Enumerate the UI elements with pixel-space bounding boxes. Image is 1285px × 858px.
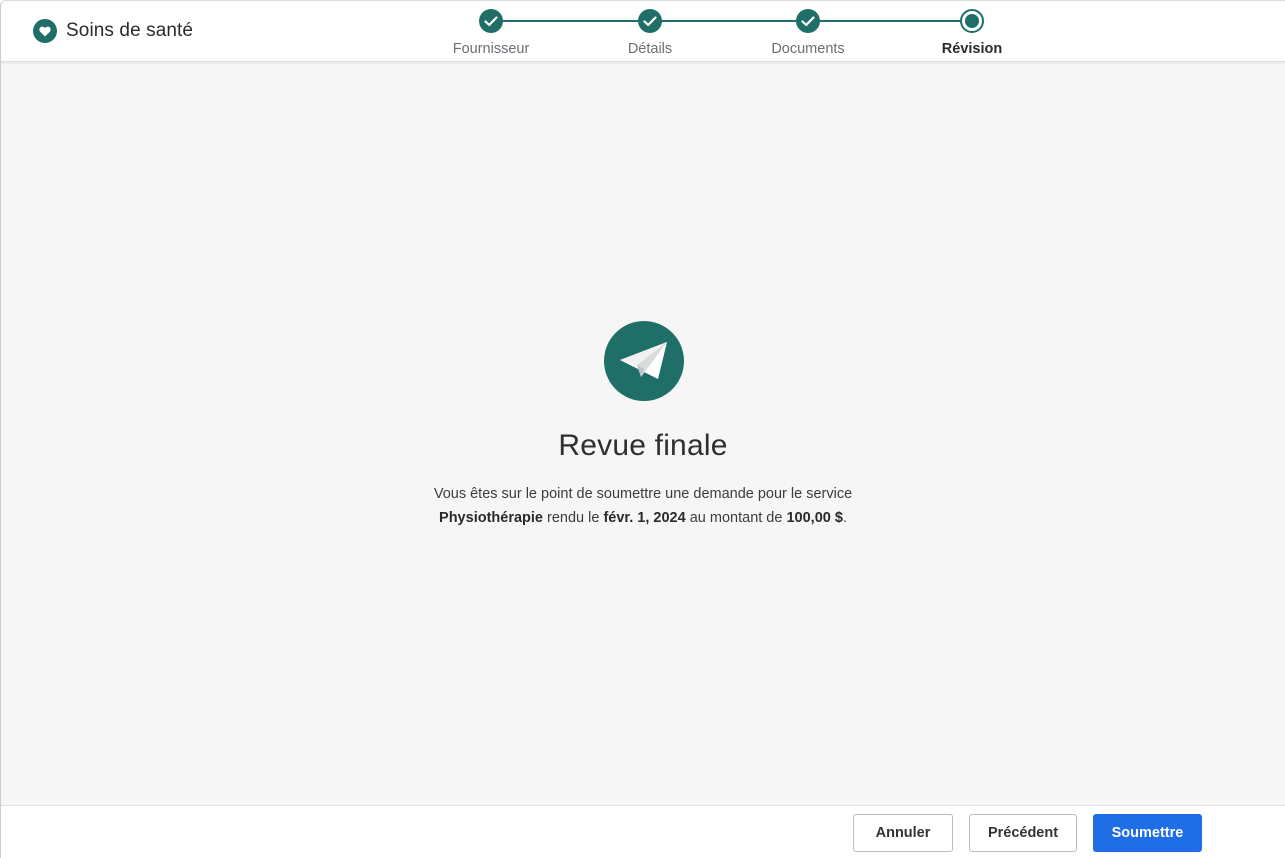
- step-details[interactable]: Détails: [580, 9, 720, 57]
- previous-button[interactable]: Précédent: [969, 814, 1077, 852]
- check-icon: [479, 9, 503, 33]
- message-connector: au montant de: [685, 510, 787, 526]
- check-icon: [796, 9, 820, 33]
- claim-amount: 100,00 $: [786, 510, 843, 526]
- header: Soins de santé Fournisseur Détails Docum…: [1, 1, 1285, 62]
- footer-actions: Annuler Précédent Soumettre: [1, 805, 1285, 858]
- step-fournisseur[interactable]: Fournisseur: [421, 9, 561, 57]
- message-line: Vous êtes sur le point de soumettre une …: [433, 486, 853, 502]
- step-label: Documents: [771, 41, 845, 57]
- service-name: Physiothérapie: [439, 510, 543, 526]
- step-label: Détails: [627, 41, 673, 57]
- step-label: Révision: [941, 41, 1003, 57]
- service-date: févr. 1, 2024: [603, 510, 686, 526]
- current-step-icon: [960, 9, 984, 33]
- page-title: Revue finale: [558, 429, 728, 462]
- paper-plane-icon: [604, 321, 684, 401]
- app-window: Soins de santé Fournisseur Détails Docum…: [0, 0, 1285, 858]
- submit-button[interactable]: Soumettre: [1093, 814, 1202, 852]
- check-icon: [638, 9, 662, 33]
- review-message: Vous êtes sur le point de soumettre une …: [393, 482, 893, 530]
- message-connector: rendu le: [542, 510, 604, 526]
- step-revision: Révision: [902, 9, 1042, 57]
- step-documents[interactable]: Documents: [738, 9, 878, 57]
- main-content: Revue finale Vous êtes sur le point de s…: [1, 62, 1285, 805]
- message-end: .: [842, 510, 847, 526]
- step-label: Fournisseur: [452, 41, 530, 57]
- progress-stepper: Fournisseur Détails Documents Révision: [1, 1, 1285, 62]
- cancel-button[interactable]: Annuler: [853, 814, 953, 852]
